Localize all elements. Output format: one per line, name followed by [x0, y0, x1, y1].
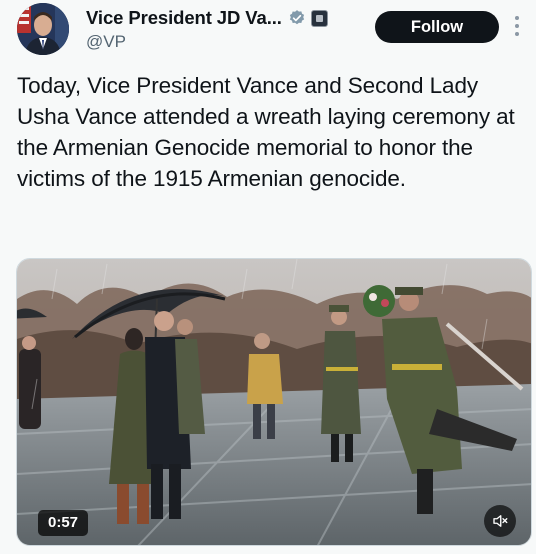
tweet-text: Today, Vice President Vance and Second L…	[17, 73, 515, 191]
more-vertical-icon[interactable]	[510, 14, 524, 40]
government-affiliation-icon[interactable]	[310, 9, 328, 27]
author-avatar[interactable]	[17, 3, 69, 55]
tweet-header: Vice President JD Va... @VP Follow	[0, 0, 536, 64]
follow-button[interactable]: Follow	[375, 11, 499, 43]
video-duration-label: 0:57	[38, 510, 89, 536]
video-player[interactable]: 0:57	[16, 258, 532, 546]
speaker-muted-icon[interactable]	[484, 505, 516, 537]
video-frame	[17, 259, 531, 545]
verified-badge-icon	[289, 10, 304, 25]
author-name-row: Vice President JD Va...	[86, 7, 328, 29]
portrait-avatar-icon	[17, 3, 69, 55]
author-handle[interactable]: @VP	[86, 32, 126, 52]
author-display-name[interactable]: Vice President JD Va...	[86, 7, 282, 29]
